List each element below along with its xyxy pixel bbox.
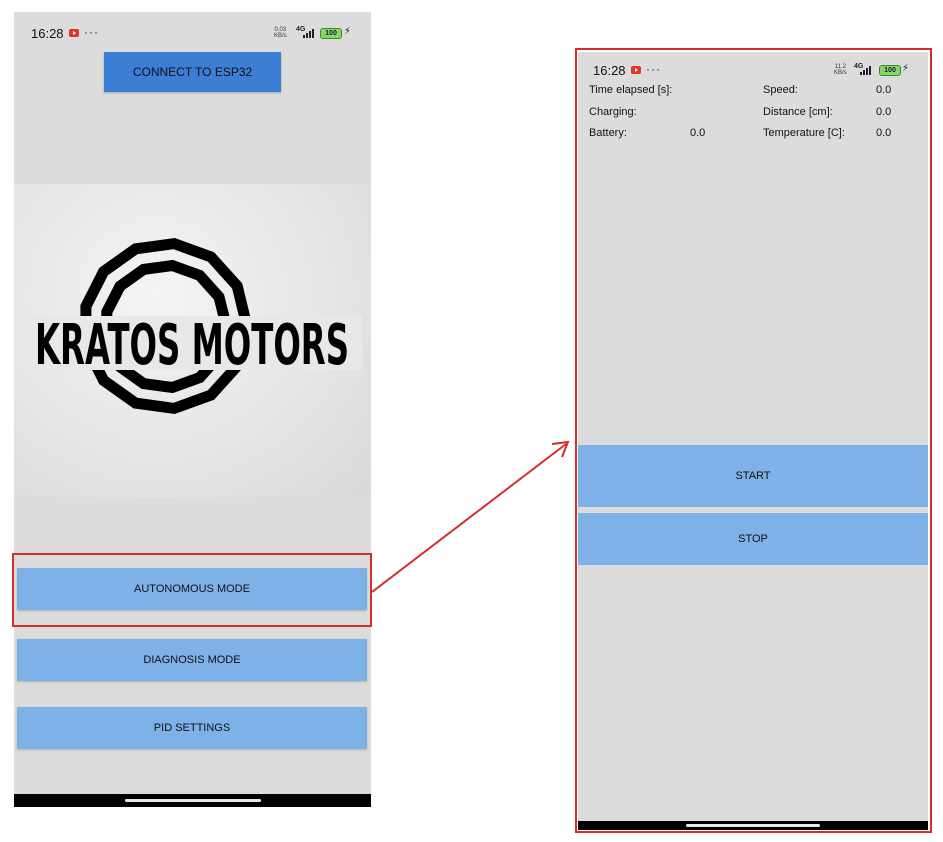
autonomous-screen-highlight [575,48,932,833]
